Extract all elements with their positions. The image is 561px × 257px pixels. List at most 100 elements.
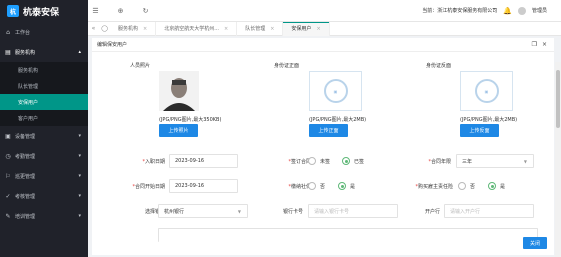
tabs-prev-icon[interactable]: « xyxy=(88,25,99,32)
page-scrollbar[interactable] xyxy=(555,62,561,257)
upload-id-front-button[interactable]: 上传正面 xyxy=(309,124,348,137)
tab-label: 服务机构 xyxy=(118,26,139,32)
form-row-2: *合同开始日期 2023-09-16 *缴纳社保 否 是 *购买雇主责任险 否 … xyxy=(92,179,550,195)
training-icon: ✎ xyxy=(5,212,11,220)
sidebar-item-label: 考核管理 xyxy=(15,193,36,200)
chevron-down-icon: ▾ xyxy=(78,193,81,199)
sidebar-item-patrol[interactable]: ⚐ 巡更管理 ▾ xyxy=(0,166,88,186)
employer-insurance-label: *购买雇主责任险 xyxy=(415,184,453,190)
logo-text: 杭泰安保 xyxy=(23,7,60,18)
chevron-down-icon: ▾ xyxy=(78,133,81,139)
tab-beihang[interactable]: 北京航空航天大学杭州... × xyxy=(156,21,238,36)
close-button[interactable]: 关闭 xyxy=(523,237,547,249)
bell-icon[interactable]: 🔔 xyxy=(503,7,512,15)
contract-no-radio[interactable]: 未签 xyxy=(308,157,330,165)
photo-hint: (JPG/PNG图片,最大350KB) xyxy=(159,117,222,123)
person-photo-image xyxy=(159,71,199,111)
upload-person-photo-button[interactable]: 上传照片 xyxy=(159,124,198,137)
scrollbar-thumb[interactable] xyxy=(556,70,560,128)
contract-start-input[interactable]: 2023-09-16 xyxy=(169,179,238,193)
chevron-down-icon: ▾ xyxy=(78,153,81,159)
refresh-icon[interactable]: ↻ xyxy=(138,7,153,15)
chevron-down-icon: ▼ xyxy=(237,208,241,214)
panel-actions: ❐ × xyxy=(532,41,547,48)
check-icon: ✓ xyxy=(5,192,11,200)
sidebar-item-label: 培训管理 xyxy=(15,213,36,220)
close-icon[interactable]: × xyxy=(143,26,147,32)
branch-input[interactable]: 请输入开户行 xyxy=(444,204,534,218)
contract-signed-label: *签订合同 xyxy=(288,159,311,165)
sidebar-subitem-security-user[interactable]: 安保用户 xyxy=(0,94,88,110)
chevron-down-icon: ▾ xyxy=(78,213,81,219)
entry-date-input[interactable]: 2023-09-16 xyxy=(169,154,238,168)
form-row-3: 选择银行 杭州银行 ▼ 银行卡号 请输入银行卡号 开户行 请输入开户行 xyxy=(92,204,550,220)
sidebar-submenu: 服务机构 队长管理 安保用户 客户用户 xyxy=(0,62,88,126)
device-icon: ▣ xyxy=(5,132,11,140)
tab-label: 安保用户 xyxy=(291,26,312,32)
edit-panel: 编辑保安用户 ❐ × 人员照片 (JPG/PNG图片,最大350KB) 上传照片… xyxy=(92,38,554,255)
contract-term-select[interactable]: 三年 ▼ xyxy=(456,154,534,168)
home-icon: ⌂ xyxy=(6,28,10,36)
app-logo: 杭 杭泰安保 xyxy=(0,0,88,22)
card-number-input[interactable]: 请输入银行卡号 xyxy=(308,204,398,218)
sidebar-item-training[interactable]: ✎ 培训管理 ▾ xyxy=(0,206,88,226)
social-security-yes-radio[interactable]: 是 xyxy=(338,182,355,190)
photo-label: 身份证正面 xyxy=(274,63,300,69)
top-right-area: 当前：浙江杭泰安保服务有限公司 🔔 管理员 xyxy=(422,6,547,15)
tab-captain[interactable]: 队长管理 × xyxy=(237,21,284,36)
close-icon[interactable]: × xyxy=(224,26,228,32)
sidebar-subitem-customer-user[interactable]: 客户用户 xyxy=(0,110,88,126)
sidebar-item-label: 工作台 xyxy=(15,29,31,36)
home-tab-icon[interactable]: ◯ xyxy=(99,25,110,32)
employer-insurance-no-radio[interactable]: 否 xyxy=(458,182,475,190)
tab-label: 队长管理 xyxy=(245,26,266,32)
id-card-icon: ▣ xyxy=(474,79,499,103)
logo-badge-icon: 杭 xyxy=(7,5,19,17)
building-icon: ▤ xyxy=(5,48,11,56)
tab-security-user[interactable]: 安保用户 × xyxy=(283,21,330,36)
panel-title: 编辑保安用户 xyxy=(97,42,128,48)
chevron-down-icon: ▾ xyxy=(78,173,81,179)
photo-label: 人员照片 xyxy=(130,63,151,69)
menu-toggle-icon[interactable]: ☰ xyxy=(88,7,103,15)
sidebar-item-workbench[interactable]: ⌂ 工作台 xyxy=(0,22,88,42)
card-label: 银行卡号 xyxy=(282,209,303,215)
tabs-bar: « ◯ 服务机构 × 北京航空航天大学杭州... × 队长管理 × 安保用户 × xyxy=(88,21,561,36)
photo-hint: (JPG/PNG图片,最大2MB) xyxy=(460,117,518,123)
sidebar-subitem-captain[interactable]: 队长管理 xyxy=(0,78,88,94)
sidebar-item-label: 巡更管理 xyxy=(15,173,36,180)
next-row-field[interactable] xyxy=(158,228,538,242)
employer-insurance-yes-radio[interactable]: 是 xyxy=(488,182,505,190)
photo-upload-row: 人员照片 (JPG/PNG图片,最大350KB) 上传照片 身份证正面 ▣ (J… xyxy=(92,56,542,156)
contract-yes-radio[interactable]: 已签 xyxy=(342,157,364,165)
globe-icon[interactable]: ⊕ xyxy=(113,7,128,15)
contract-term-label: *合同年限 xyxy=(428,159,451,165)
contract-start-label: *合同开始日期 xyxy=(132,184,165,190)
chevron-down-icon: ▼ xyxy=(523,158,527,164)
sidebar: 杭 杭泰安保 ⌂ 工作台 ▤ 服务机构 ▴ 服务机构 队长管理 安保用户 客户用… xyxy=(0,0,88,257)
sidebar-item-label: 服务机构 xyxy=(15,49,36,56)
sidebar-item-assessment[interactable]: ✓ 考核管理 ▾ xyxy=(0,186,88,206)
sidebar-subitem-service-org[interactable]: 服务机构 xyxy=(0,62,88,78)
sidebar-item-device[interactable]: ▣ 设备管理 ▾ xyxy=(0,126,88,146)
close-icon[interactable]: × xyxy=(316,26,320,32)
sidebar-item-service-org[interactable]: ▤ 服务机构 ▴ xyxy=(0,42,88,62)
sidebar-item-label: 设备管理 xyxy=(15,133,36,140)
current-org-label: 当前：浙江杭泰安保服务有限公司 xyxy=(422,8,498,14)
id-front-placeholder: ▣ xyxy=(309,71,362,111)
entry-date-label: *入职日期 xyxy=(142,159,165,165)
sidebar-item-attendance[interactable]: ◷ 考勤管理 ▾ xyxy=(0,146,88,166)
social-security-no-radio[interactable]: 否 xyxy=(308,182,325,190)
branch-label: 开户行 xyxy=(424,209,440,215)
tab-service-org[interactable]: 服务机构 × xyxy=(110,21,157,36)
patrol-icon: ⚐ xyxy=(5,172,11,180)
close-icon[interactable]: × xyxy=(270,26,274,32)
close-icon[interactable]: × xyxy=(542,41,547,48)
restore-icon[interactable]: ❐ xyxy=(532,41,537,48)
panel-header: 编辑保安用户 ❐ × xyxy=(92,38,554,52)
upload-id-back-button[interactable]: 上传反面 xyxy=(460,124,499,137)
avatar[interactable] xyxy=(517,6,526,15)
bank-select[interactable]: 杭州银行 ▼ xyxy=(158,204,248,218)
chevron-up-icon: ▴ xyxy=(78,49,81,55)
user-name[interactable]: 管理员 xyxy=(532,7,547,14)
